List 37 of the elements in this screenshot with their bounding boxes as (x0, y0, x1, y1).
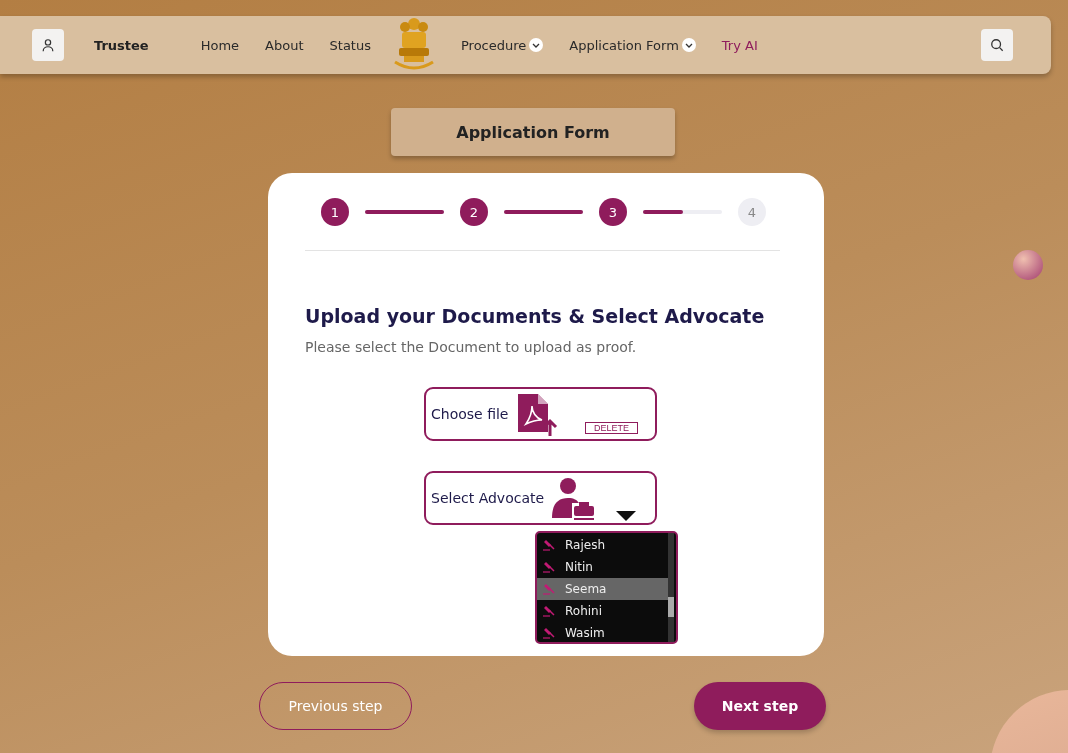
scrollbar[interactable] (668, 533, 674, 642)
nav-link[interactable]: About (265, 37, 304, 53)
delete-button[interactable]: DELETE (585, 422, 638, 434)
search-button[interactable] (981, 29, 1013, 61)
advocate-option[interactable]: Rohini (537, 600, 674, 622)
step-indicator: 3 (599, 198, 627, 226)
nav-link[interactable]: Application Form (569, 37, 696, 53)
advocate-option[interactable]: Wasim (537, 622, 674, 644)
user-button[interactable] (32, 29, 64, 61)
gavel-icon (543, 539, 555, 551)
nav-link[interactable]: Status (329, 37, 371, 53)
brand-name: Trustee (94, 37, 149, 53)
section-subtitle: Please select the Document to upload as proof. (305, 339, 638, 355)
gavel-icon (543, 583, 555, 595)
pdf-upload-icon (516, 392, 559, 436)
nav-link[interactable]: Procedure (460, 37, 544, 53)
advocate-icon (552, 476, 597, 520)
nav-link[interactable]: Try AI (721, 37, 758, 53)
caret-down-icon (616, 511, 636, 521)
section-heading: Upload your Documents & Select Advocate (305, 305, 766, 327)
advocate-option[interactable]: Rajesh (537, 534, 674, 556)
advocate-option[interactable]: Nitin (537, 556, 674, 578)
step-indicator: 1 (321, 198, 349, 226)
step-indicator: 4 (738, 198, 766, 226)
step-indicator: 2 (460, 198, 488, 226)
page-title: Application Form (391, 108, 675, 156)
nav-link[interactable]: Home (200, 37, 240, 53)
user-icon (41, 38, 55, 52)
gavel-icon (543, 605, 555, 617)
gavel-icon (543, 561, 555, 573)
gavel-icon (543, 627, 555, 639)
chevron-down-icon (681, 38, 696, 52)
chevron-down-icon (529, 38, 544, 52)
search-icon (990, 38, 1004, 52)
gradient-sphere (1013, 250, 1043, 280)
next-step-button[interactable]: Next step (694, 682, 826, 730)
file-upload-field[interactable]: Choose file DELETE (424, 387, 657, 441)
